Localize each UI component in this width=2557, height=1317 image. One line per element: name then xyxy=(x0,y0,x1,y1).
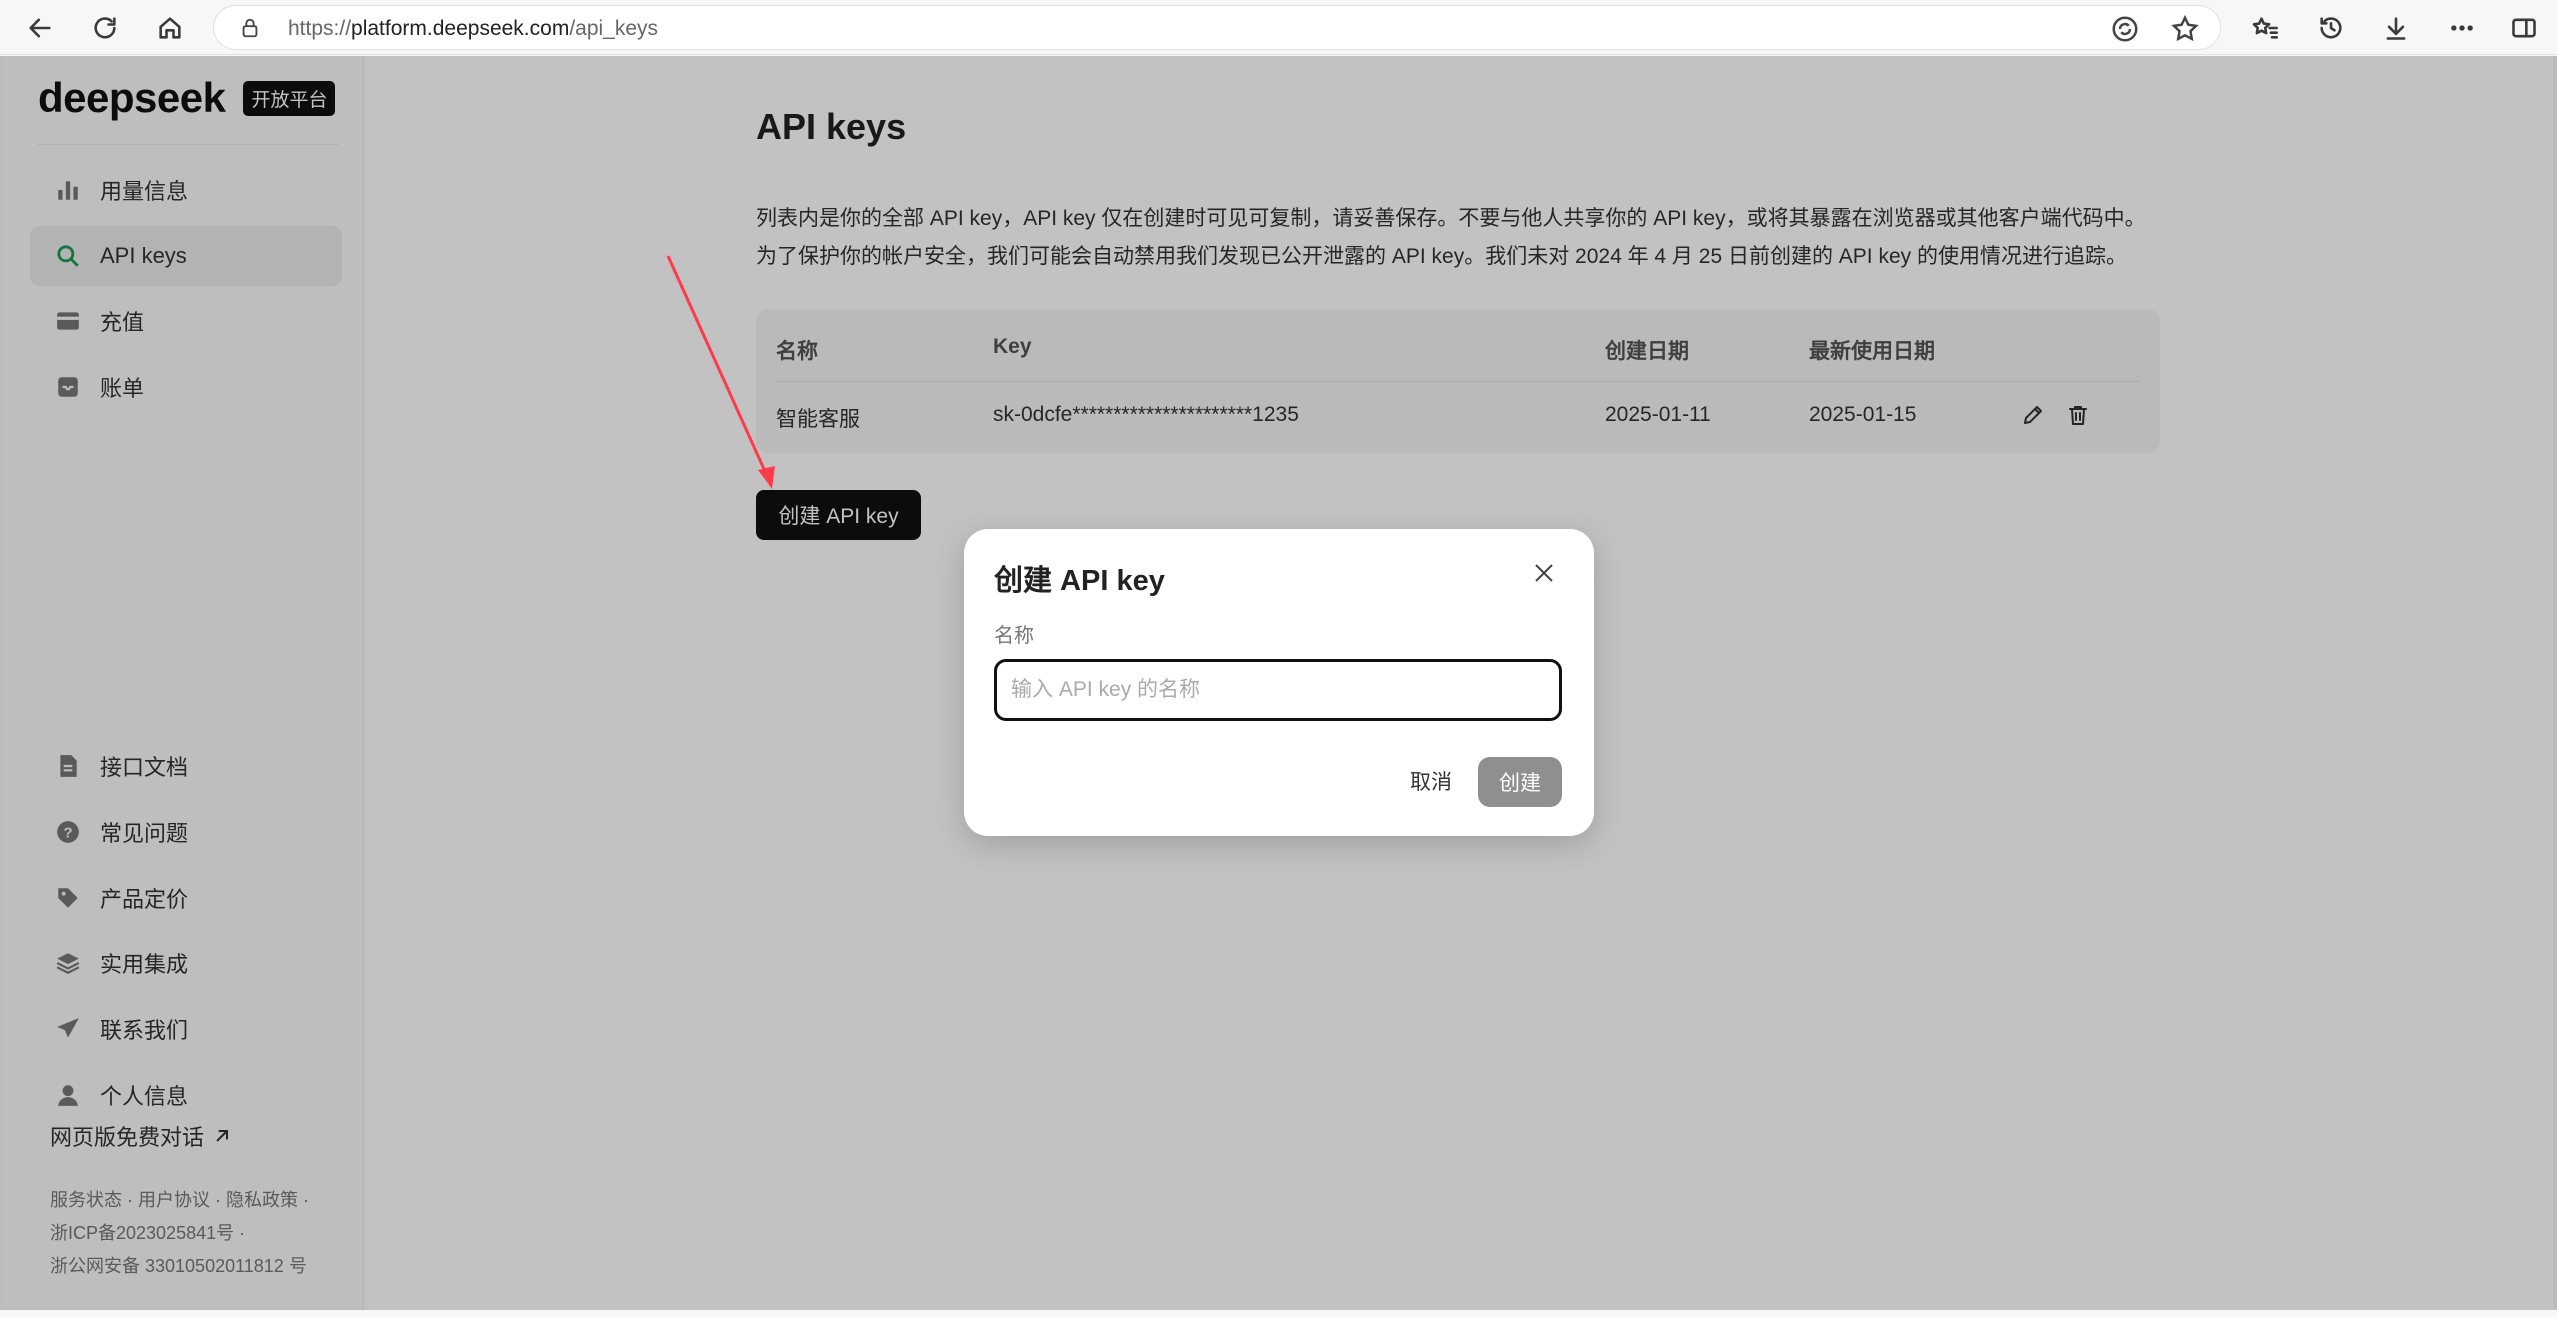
sidebar-panel-icon xyxy=(2512,18,2536,38)
api-key-name-input[interactable] xyxy=(994,659,1562,721)
close-icon xyxy=(1535,564,1553,582)
home-button[interactable] xyxy=(150,8,190,48)
refresh-icon xyxy=(94,17,116,39)
download-icon xyxy=(2386,17,2406,40)
arrow-left-icon xyxy=(29,18,51,38)
cancel-button[interactable]: 取消 xyxy=(1396,757,1466,805)
browser-essentials-button[interactable] xyxy=(2110,14,2140,44)
history-button[interactable] xyxy=(2311,8,2351,48)
refresh-circle-icon xyxy=(2112,16,2138,42)
url-scheme: https:// xyxy=(288,17,352,40)
refresh-button[interactable] xyxy=(85,8,125,48)
create-api-key-dialog: 创建 API key 名称 取消 创建 xyxy=(964,529,1594,836)
favorites-button[interactable] xyxy=(2245,8,2285,48)
create-button[interactable]: 创建 xyxy=(1478,757,1562,807)
home-icon xyxy=(159,17,181,39)
history-icon xyxy=(2320,17,2342,39)
more-button[interactable] xyxy=(2442,8,2482,48)
url-host: platform.deepseek.com xyxy=(351,17,570,40)
sidebar-toggle-button[interactable] xyxy=(2504,8,2544,48)
back-button[interactable] xyxy=(20,8,60,48)
close-button[interactable] xyxy=(1532,561,1560,589)
favorites-list-icon xyxy=(2252,17,2278,39)
more-dots-icon xyxy=(2451,25,2473,31)
downloads-button[interactable] xyxy=(2376,8,2416,48)
lock-icon xyxy=(242,18,258,38)
star-icon xyxy=(2171,14,2199,42)
dialog-title: 创建 API key xyxy=(994,565,1165,597)
address-bar[interactable]: https://platform.deepseek.com/api_keys xyxy=(213,5,2221,50)
name-field-label: 名称 xyxy=(994,625,1034,647)
favorite-button[interactable] xyxy=(2170,14,2200,44)
browser-toolbar: https://platform.deepseek.com/api_keys xyxy=(0,0,2557,55)
url-path: /api_keys xyxy=(569,17,659,40)
url-text: https://platform.deepseek.com/api_keys xyxy=(288,17,658,41)
